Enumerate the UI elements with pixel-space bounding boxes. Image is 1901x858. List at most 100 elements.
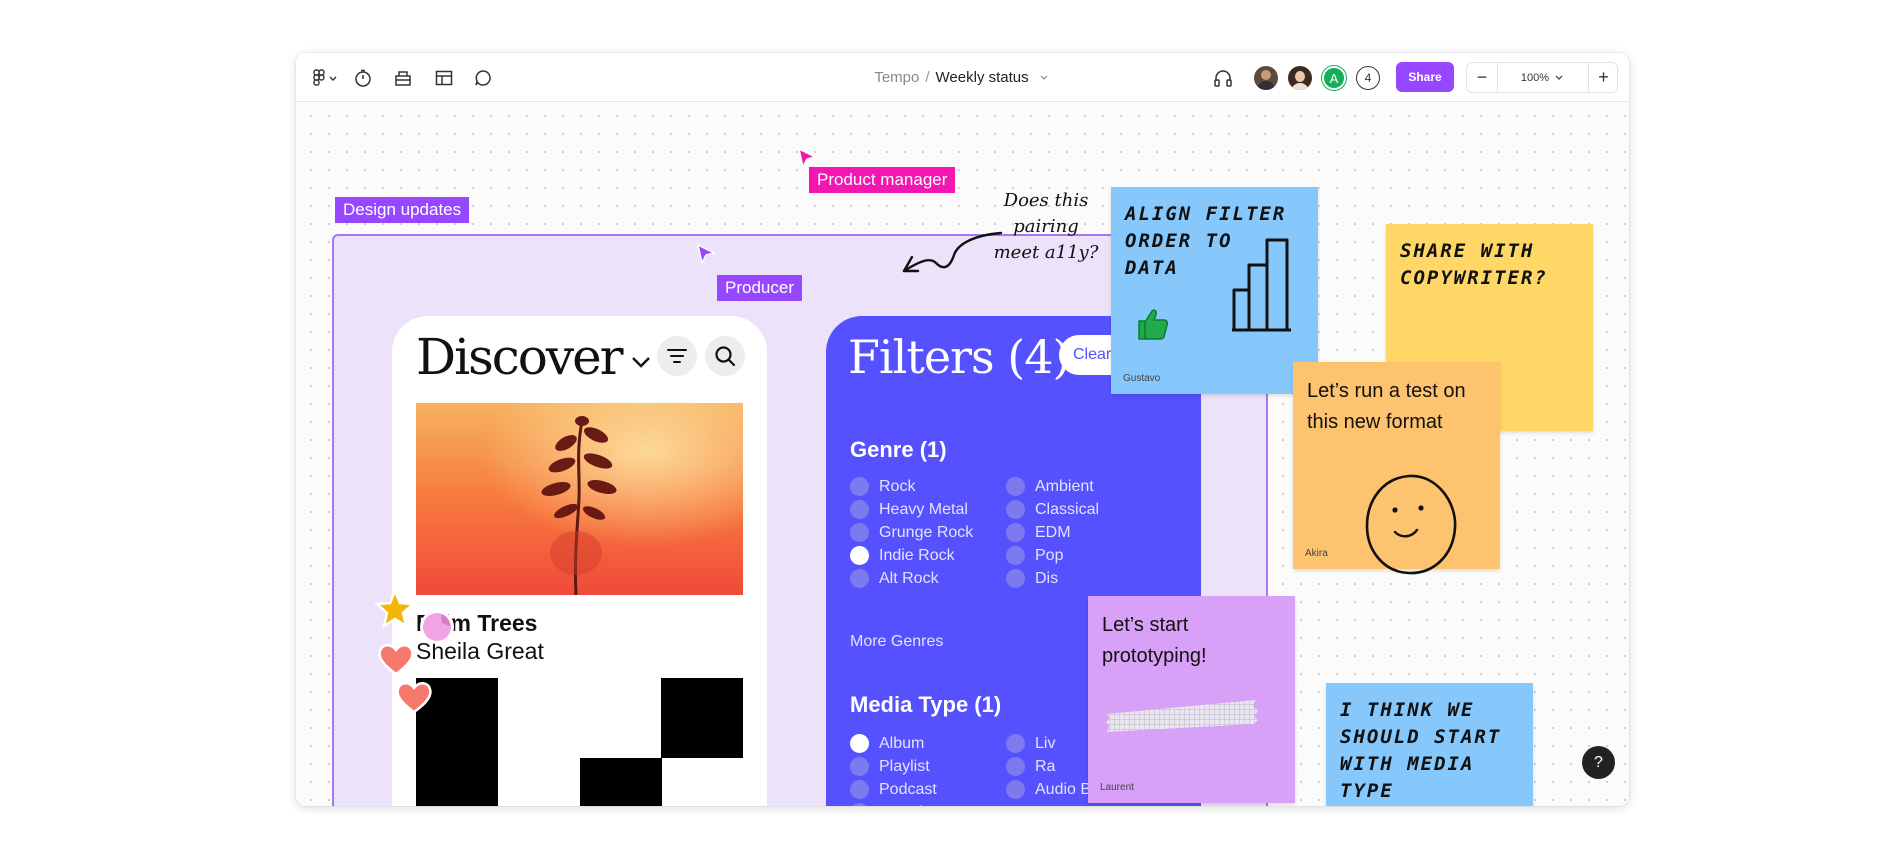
templates-icon[interactable]	[432, 66, 456, 90]
section-label[interactable]: Design updates	[335, 197, 470, 223]
breadcrumb-project[interactable]: Tempo	[874, 69, 919, 86]
search-icon	[715, 346, 736, 367]
discover-card[interactable]: Discover Palm Trees Sheila Great	[392, 316, 767, 806]
filter-option-label: Classical	[1035, 500, 1100, 518]
filter-option-label: Grunge Rock	[879, 523, 974, 541]
filter-option[interactable]: Indie Rock	[850, 546, 955, 565]
share-button[interactable]: Share	[1396, 62, 1454, 92]
sticky-note-media-type[interactable]: I think we should start with media type	[1326, 683, 1533, 806]
filter-option-label: Album	[879, 734, 925, 752]
file-name[interactable]: Weekly status	[936, 69, 1029, 86]
sticky-note-prototyping[interactable]: Let’s start prototyping! Laurent	[1088, 596, 1295, 803]
radio-unselected[interactable]	[850, 477, 869, 496]
library-icon[interactable]	[391, 66, 415, 90]
filter-option-label: Heavy Metal	[879, 500, 968, 518]
filter-option[interactable]: Dis	[1006, 569, 1058, 588]
avatar[interactable]	[1288, 66, 1312, 90]
avatar[interactable]	[1254, 66, 1278, 90]
sticker-icon[interactable]	[417, 606, 459, 648]
sticky-line: Let’s start	[1102, 614, 1189, 636]
filter-option[interactable]: Ambient	[1006, 477, 1094, 496]
radio-unselected[interactable]	[850, 569, 869, 588]
filter-option[interactable]: Ra	[1006, 757, 1055, 776]
zoom-in-button[interactable]: +	[1589, 63, 1618, 92]
collaborator-count-badge[interactable]: 4	[1356, 66, 1380, 90]
radio-unselected[interactable]	[850, 757, 869, 776]
cursor-label-product-manager: Product manager	[809, 167, 956, 193]
filter-option-label: Podcast	[879, 780, 937, 798]
chevron-down-icon	[1555, 75, 1563, 80]
help-button[interactable]: ?	[1582, 746, 1615, 779]
radio-unselected[interactable]	[1006, 523, 1025, 542]
sticky-note-align-filter[interactable]: Align filter order to data Gustavo	[1111, 187, 1318, 394]
filter-option-label: Interview	[879, 804, 943, 807]
canvas[interactable]: Design updates Discover Palm Trees Sheil…	[296, 103, 1629, 806]
radio-unselected[interactable]	[1006, 734, 1025, 753]
sticky-note-run-test[interactable]: Let’s run a test on this new format Akir…	[1293, 362, 1500, 575]
album-art-image[interactable]	[416, 403, 743, 595]
filter-option-label: EDM	[1035, 523, 1071, 541]
filter-option[interactable]: Pop	[1006, 546, 1063, 565]
timer-icon[interactable]	[351, 66, 375, 90]
radio-unselected[interactable]	[850, 500, 869, 519]
radio-unselected[interactable]	[850, 523, 869, 542]
radio-selected[interactable]	[850, 734, 869, 753]
filter-option[interactable]: EDM	[1006, 523, 1071, 542]
radio-unselected[interactable]	[1006, 780, 1025, 799]
avatar[interactable]: A	[1322, 66, 1346, 90]
filter-option[interactable]: Interview	[850, 803, 943, 806]
filter-option[interactable]: Grunge Rock	[850, 523, 973, 542]
figma-logo-icon	[313, 69, 337, 86]
radio-unselected[interactable]	[1006, 757, 1025, 776]
sticky-line: type	[1340, 780, 1394, 802]
figjam-window: Tempo / Weekly status A 4 Share − 100% +…	[296, 53, 1629, 806]
thumbs-up-icon	[1138, 309, 1169, 340]
sticky-text: Let’s run a test on this new format	[1307, 376, 1466, 438]
radio-unselected[interactable]	[1006, 569, 1025, 588]
heart-sticker-icon[interactable]	[376, 641, 416, 677]
chevron-down-icon[interactable]	[1037, 73, 1051, 83]
heart-sticker-icon[interactable]	[394, 679, 434, 715]
comment-icon[interactable]	[471, 66, 495, 90]
bar-chart-doodle-icon	[1232, 238, 1291, 332]
zoom-out-button[interactable]: −	[1467, 63, 1497, 92]
filter-option[interactable]: Classical	[1006, 500, 1099, 519]
search-button[interactable]	[705, 336, 745, 376]
radio-unselected[interactable]	[1006, 546, 1025, 565]
filter-option[interactable]: Heavy Metal	[850, 500, 968, 519]
sticky-line: should start	[1340, 726, 1502, 748]
media-type-heading: Media Type (1)	[850, 692, 1002, 717]
more-genres-link[interactable]: More Genres	[850, 633, 943, 651]
filter-option-label: Ambient	[1035, 477, 1094, 495]
chevron-down-icon[interactable]	[628, 352, 654, 372]
radio-unselected[interactable]	[1006, 500, 1025, 519]
radio-unselected[interactable]	[1006, 477, 1025, 496]
filter-button[interactable]	[657, 336, 697, 376]
cursor-pointer-icon	[696, 243, 716, 266]
checkerboard-artwork[interactable]	[416, 678, 743, 806]
discover-title: Discover	[416, 328, 624, 386]
headphones-icon[interactable]	[1211, 66, 1235, 90]
filter-option[interactable]: Liv	[1006, 734, 1055, 753]
zoom-level-dropdown[interactable]: 100%	[1498, 63, 1588, 92]
breadcrumb-separator: /	[925, 69, 930, 86]
genre-heading: Genre (1)	[850, 437, 947, 462]
sticky-author: Gustavo	[1123, 373, 1161, 384]
radio-unselected[interactable]	[850, 780, 869, 799]
sticky-text: Let’s start prototyping!	[1102, 610, 1207, 672]
filter-option[interactable]: Podcast	[850, 780, 937, 799]
radio-selected[interactable]	[850, 546, 869, 565]
filter-option[interactable]: Playlist	[850, 757, 930, 776]
star-sticker-icon[interactable]	[373, 587, 417, 630]
radio-unselected[interactable]	[850, 803, 869, 806]
sticky-text: Share with copywriter?	[1400, 238, 1548, 292]
filter-option[interactable]: Rock	[850, 477, 915, 496]
main-menu-button[interactable]	[308, 65, 342, 91]
filter-option[interactable]: Album	[850, 734, 924, 753]
sticky-line: copywriter?	[1400, 267, 1548, 289]
sticky-line: prototyping!	[1102, 645, 1207, 667]
smiley-face-doodle-icon	[1365, 474, 1457, 575]
annotation-line: Does this	[1003, 190, 1089, 211]
filter-option-label: Rock	[879, 477, 916, 495]
filter-option[interactable]: Alt Rock	[850, 569, 939, 588]
